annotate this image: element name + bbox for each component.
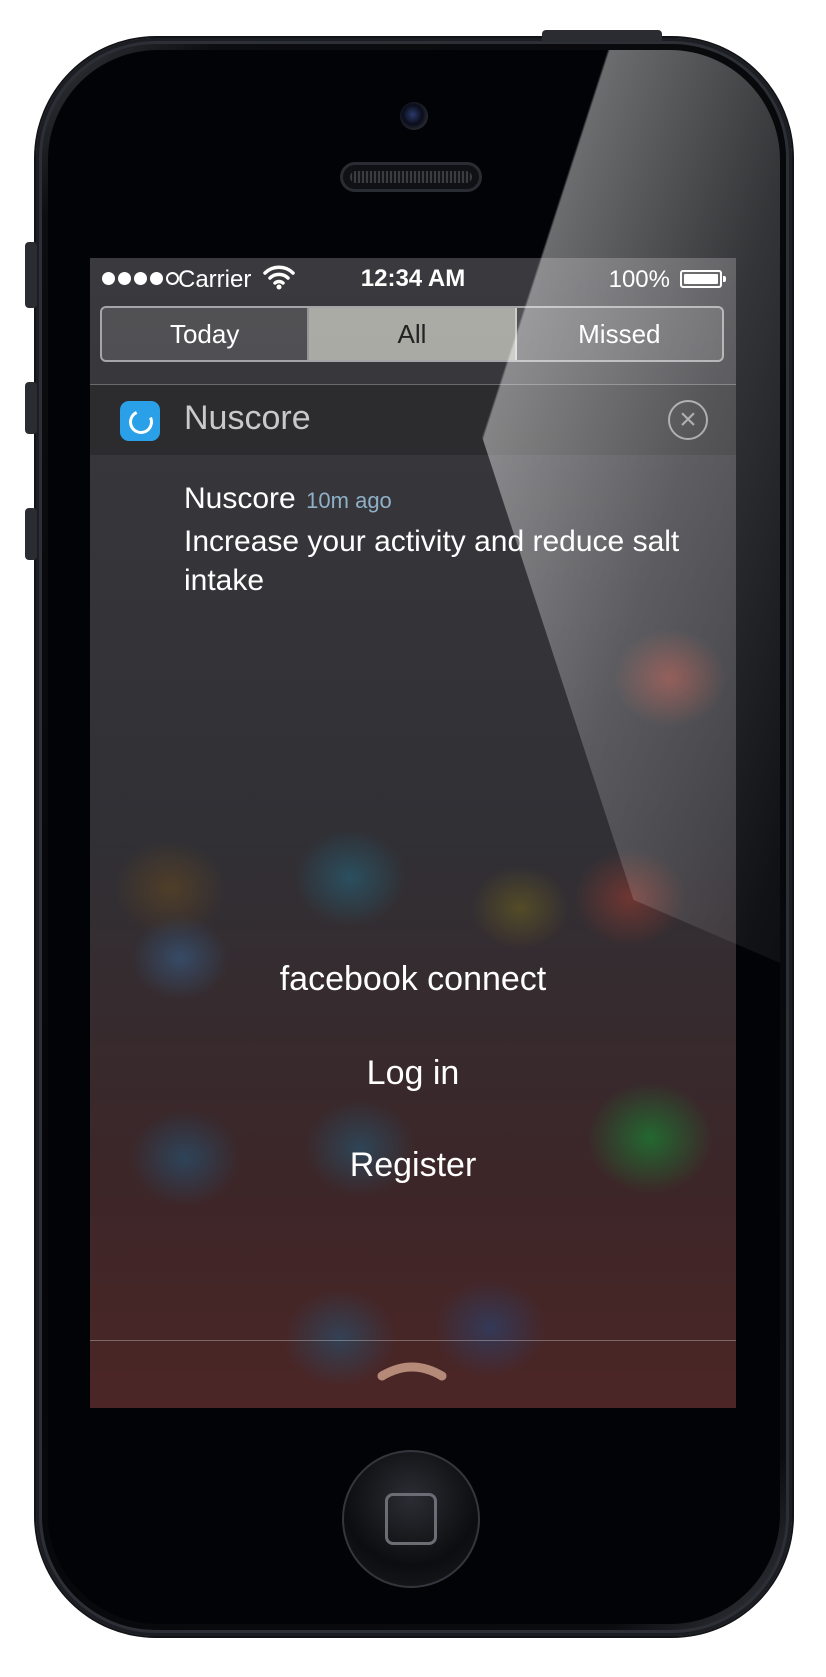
notification-body: Increase your activity and reduce salt i…	[184, 525, 680, 597]
battery-percent: 100%	[608, 266, 670, 293]
clear-notifications-button[interactable]: ×	[668, 400, 708, 440]
facebook-connect-button[interactable]: facebook connect	[90, 960, 736, 999]
volume-down-button	[25, 508, 37, 560]
home-square-icon	[385, 1493, 437, 1545]
close-icon: ×	[679, 403, 697, 436]
earpiece-speaker	[340, 162, 482, 192]
tab-all[interactable]: All	[309, 308, 517, 360]
front-camera	[400, 102, 428, 130]
tab-missed[interactable]: Missed	[516, 308, 722, 360]
power-button	[542, 30, 662, 42]
home-button[interactable]	[342, 1450, 480, 1588]
screen: Carrier 12:34 AM 100% Today All Missed N…	[90, 258, 736, 1408]
mute-switch	[25, 242, 37, 308]
notification-time: 10m ago	[306, 488, 392, 513]
grabber-handle-icon[interactable]	[376, 1358, 448, 1382]
notification-title: Nuscore	[184, 482, 296, 515]
nuscore-app-icon	[120, 401, 160, 441]
status-bar: Carrier 12:34 AM 100%	[90, 258, 736, 302]
app-group-name: Nuscore	[184, 399, 311, 437]
bottom-divider	[90, 1340, 736, 1341]
register-button[interactable]: Register	[90, 1146, 736, 1185]
volume-up-button	[25, 382, 37, 434]
log-in-button[interactable]: Log in	[90, 1054, 736, 1093]
app-group-header: Nuscore ×	[90, 385, 736, 455]
notification-tabs: Today All Missed	[100, 306, 724, 362]
notification-item[interactable]: Nuscore 10m ago Increase your activity a…	[184, 482, 704, 600]
tab-today[interactable]: Today	[102, 308, 310, 360]
battery-icon	[680, 270, 726, 288]
